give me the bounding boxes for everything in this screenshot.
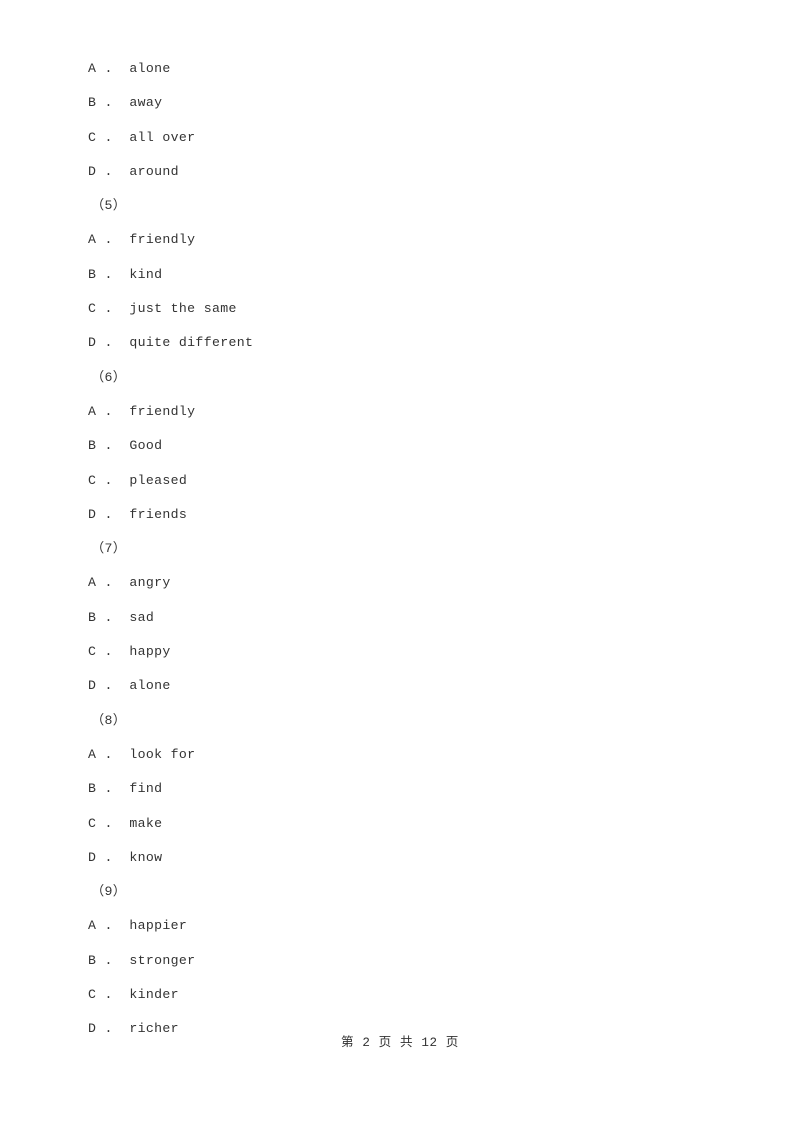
answer-option: B . away: [88, 95, 163, 111]
answer-option: B . sad: [88, 609, 155, 625]
answer-option: C . just the same: [88, 301, 237, 317]
question-options-list: A . alone B . away C . all over D . around （…: [88, 52, 748, 1047]
answer-option: D . know: [88, 849, 163, 865]
answer-option: C . all over: [88, 129, 196, 145]
answer-option: D . around: [88, 163, 179, 179]
answer-option: B . find: [88, 781, 163, 797]
answer-option: D . quite different: [88, 335, 254, 351]
page-footer: 第 2 页 共 12 页: [340, 1036, 460, 1050]
answer-option: C . kinder: [88, 987, 179, 1003]
answer-option: B . Good: [88, 438, 163, 454]
answer-option: D . friends: [88, 506, 188, 522]
answer-option: A . friendly: [88, 403, 196, 419]
question-number: （8）: [91, 712, 127, 728]
answer-option: A . angry: [88, 575, 171, 591]
answer-option: C . pleased: [88, 472, 188, 488]
answer-option: C . happy: [88, 644, 171, 660]
answer-option: D . alone: [88, 678, 171, 694]
answer-option: C . make: [88, 815, 163, 831]
document-page: A . alone B . away C . all over D . around （…: [0, 0, 800, 1132]
answer-option: A . happier: [88, 918, 188, 934]
question-number: （5）: [91, 198, 127, 214]
answer-option: A . look for: [88, 746, 196, 762]
answer-option: B . stronger: [88, 952, 196, 968]
answer-option: A . friendly: [88, 232, 196, 248]
answer-option: A . alone: [88, 61, 171, 76]
question-number: （7）: [91, 541, 127, 557]
answer-option: B . kind: [88, 266, 163, 282]
question-number: （6）: [91, 369, 127, 385]
question-number: （9）: [91, 884, 127, 900]
